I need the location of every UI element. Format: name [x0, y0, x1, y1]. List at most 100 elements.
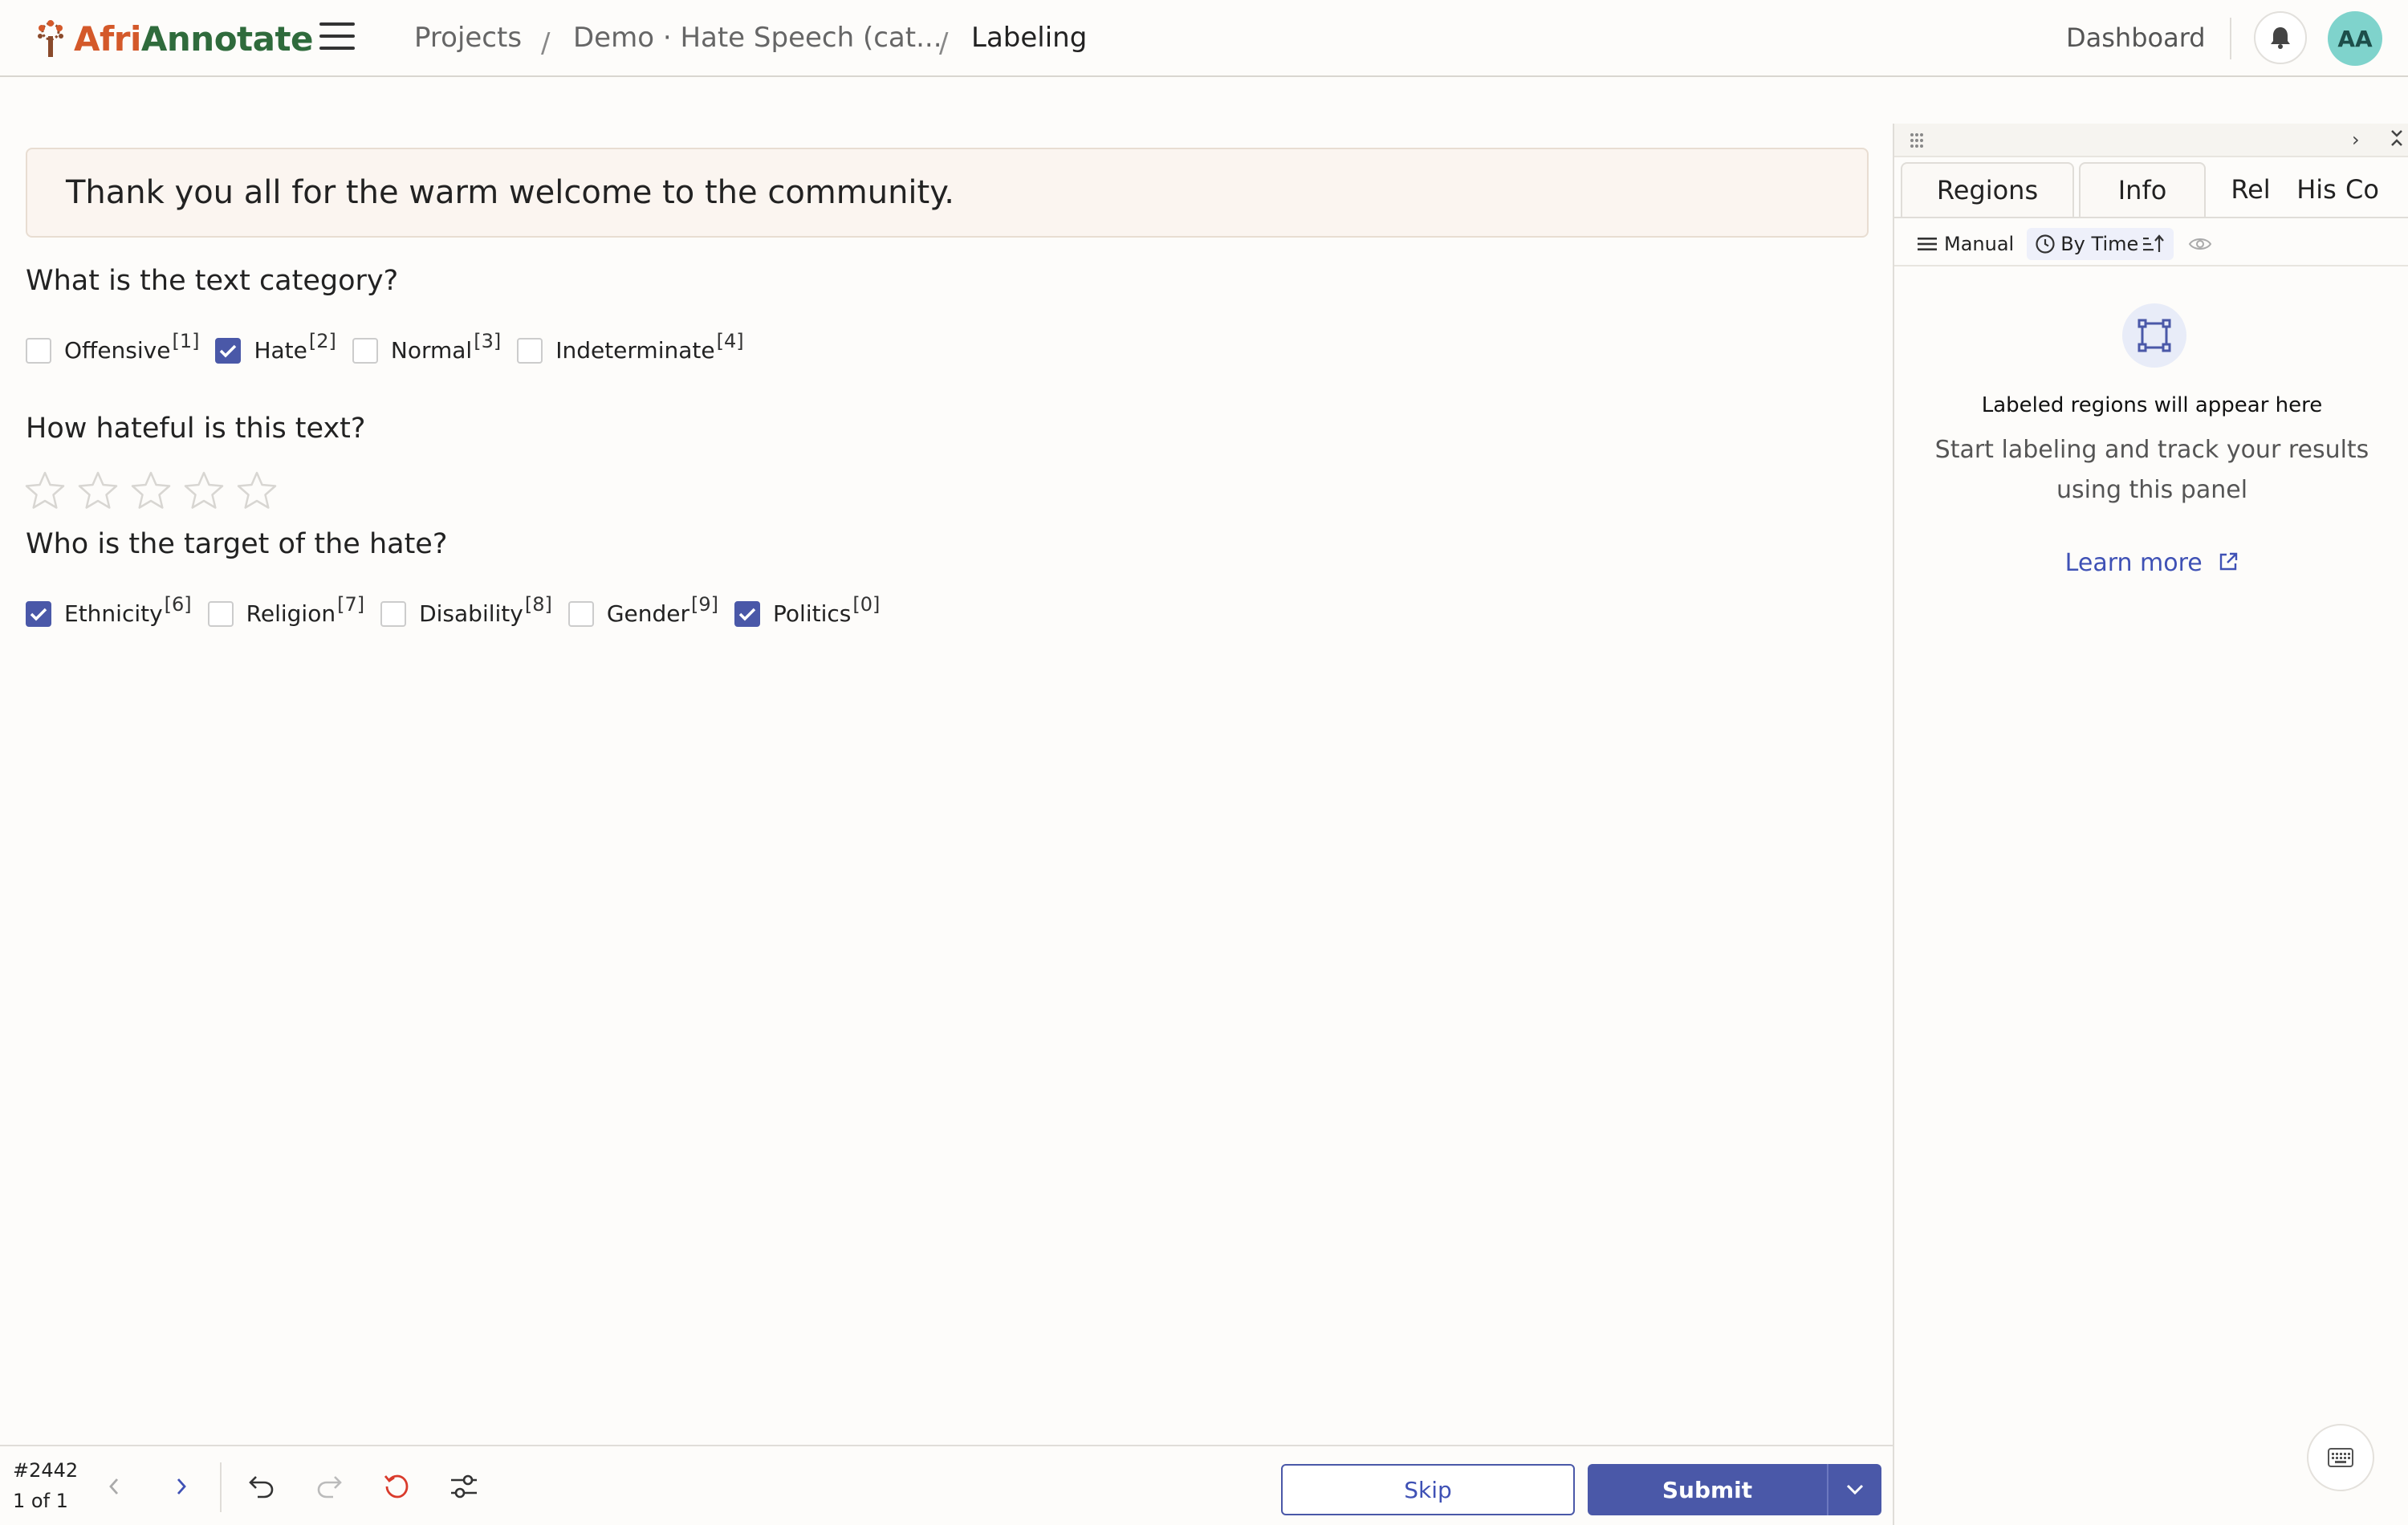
keyboard-shortcuts-button[interactable] [2307, 1424, 2374, 1491]
sort-bar: Manual By Time [1909, 223, 2212, 265]
chevron-right-icon[interactable]: › [2352, 128, 2360, 151]
check-icon [30, 608, 47, 620]
choice-label: Gender [606, 600, 690, 627]
choice-indeterminate[interactable]: Indeterminate [4] [517, 330, 744, 364]
settings-button[interactable] [446, 1469, 482, 1504]
sort-manual-button[interactable]: Manual [1909, 228, 2022, 260]
redo-button[interactable] [311, 1469, 347, 1504]
submit-button[interactable]: Submit [1588, 1464, 1828, 1515]
task-text-content: Thank you all for the warm welcome to th… [66, 174, 954, 211]
choice-politics[interactable]: Politics [0] [734, 593, 880, 627]
star-icon[interactable] [77, 470, 119, 510]
choice-disability[interactable]: Disability [8] [380, 593, 552, 627]
star-icon[interactable] [130, 470, 172, 510]
choice-label: Politics [773, 600, 852, 627]
sort-manual-label: Manual [1944, 233, 2015, 255]
collapse-icon[interactable] [2389, 128, 2405, 148]
notifications-button[interactable] [2254, 11, 2307, 64]
choice-label: Disability [419, 600, 523, 627]
choice-label: Religion [246, 600, 336, 627]
bell-icon [2271, 27, 2290, 49]
tab-relations[interactable]: Rel [2214, 162, 2288, 217]
chevron-right-icon [177, 1478, 186, 1494]
choice-label: Ethnicity [64, 600, 163, 627]
checkbox[interactable] [380, 600, 407, 627]
breadcrumb-project[interactable]: Demo · Hate Speech (cat... [573, 18, 942, 58]
panel-header: › [1894, 124, 2408, 157]
tab-history[interactable]: His [2292, 162, 2341, 217]
check-icon [220, 344, 237, 357]
choice-hate[interactable]: Hate [2] [215, 330, 336, 364]
settings-sliders-icon [451, 1474, 477, 1499]
hotkey-label: [7] [337, 592, 365, 616]
list-icon [1918, 238, 1937, 250]
star-icon[interactable] [24, 470, 66, 510]
panel-tabs: Regions Info Rel His Co [1901, 162, 2395, 217]
star-icon[interactable] [183, 470, 225, 510]
question-title: Who is the target of the hate? [26, 528, 448, 560]
breadcrumb-separator: / [541, 27, 551, 59]
empty-state-title: Labeled regions will appear here [1981, 393, 2323, 417]
question-title: What is the text category? [26, 265, 399, 297]
menu-icon[interactable] [319, 22, 355, 55]
skip-button[interactable]: Skip [1281, 1464, 1575, 1515]
hotkey-label: [1] [172, 329, 200, 352]
checkbox-checked[interactable] [215, 337, 242, 364]
choice-normal[interactable]: Normal [3] [352, 330, 501, 364]
star-icon[interactable] [236, 470, 278, 510]
empty-state-description: Start labeling and track your results us… [1934, 436, 2369, 504]
side-panel: › Regions Info Rel His Co Manual By Time [1893, 124, 2408, 1525]
submit-dropdown-button[interactable] [1828, 1464, 1881, 1515]
eye-icon[interactable] [2188, 235, 2212, 253]
task-counter: 1 of 1 [13, 1490, 68, 1512]
tab-regions[interactable]: Regions [1901, 162, 2074, 217]
sort-time-label: By Time [2060, 233, 2139, 255]
choice-gender[interactable]: Gender [9] [567, 593, 718, 627]
checkbox-checked[interactable] [734, 600, 761, 627]
avatar[interactable]: AA [2328, 11, 2382, 66]
choice-label: Offensive [64, 337, 171, 364]
tab-info[interactable]: Info [2079, 162, 2206, 217]
checkbox-checked[interactable] [26, 600, 51, 627]
question-title: How hateful is this text? [26, 413, 366, 445]
logo-text: AfriAnnotate [74, 18, 314, 59]
choice-religion[interactable]: Religion [7] [207, 593, 364, 627]
reset-button[interactable] [379, 1469, 414, 1504]
choice-label: Indeterminate [555, 337, 715, 364]
hotkey-label: [2] [308, 329, 336, 352]
checkbox[interactable] [207, 600, 234, 627]
drag-handle-icon[interactable] [1909, 132, 1925, 149]
sort-time-button[interactable]: By Time [2027, 228, 2174, 260]
learn-more-label: Learn more [2064, 549, 2203, 577]
choice-ethnicity[interactable]: Ethnicity [6] [26, 593, 192, 627]
bottom-toolbar: #2442 1 of 1 Skip Submit [0, 1445, 1893, 1525]
header-divider [2230, 18, 2231, 59]
choice-label: Hate [254, 337, 307, 364]
tab-comments[interactable]: Co [2345, 162, 2390, 217]
breadcrumb-projects[interactable]: Projects [414, 18, 522, 58]
next-task-button[interactable] [164, 1469, 199, 1504]
app-logo[interactable]: AfriAnnotate [31, 16, 314, 61]
checkbox[interactable] [26, 337, 51, 364]
previous-task-button[interactable] [96, 1469, 132, 1504]
checkbox[interactable] [352, 337, 378, 364]
keyboard-icon [2328, 1448, 2353, 1467]
target-choices: Ethnicity [6] Religion [7] Disability [8] G… [26, 593, 896, 627]
checkbox[interactable] [517, 337, 543, 364]
hotkey-label: [6] [164, 592, 192, 616]
regions-empty-icon [2122, 303, 2186, 368]
task-text: Thank you all for the warm welcome to th… [26, 148, 1869, 238]
choice-offensive[interactable]: Offensive [1] [26, 330, 199, 364]
checkbox[interactable] [567, 600, 594, 627]
panel-divider [1894, 265, 2408, 266]
dashboard-link[interactable]: Dashboard [2066, 18, 2206, 58]
task-id: #2442 [13, 1459, 79, 1482]
category-choices: Offensive [1] Hate [2] Normal [3] Indetermi… [26, 330, 760, 364]
hotkey-label: [0] [852, 592, 881, 616]
external-link-icon [2220, 552, 2238, 571]
chevron-down-icon [1846, 1484, 1864, 1495]
rating-stars [24, 470, 289, 510]
hotkey-label: [9] [691, 592, 719, 616]
learn-more-link[interactable]: Learn more [1894, 549, 2408, 577]
undo-button[interactable] [244, 1469, 279, 1504]
